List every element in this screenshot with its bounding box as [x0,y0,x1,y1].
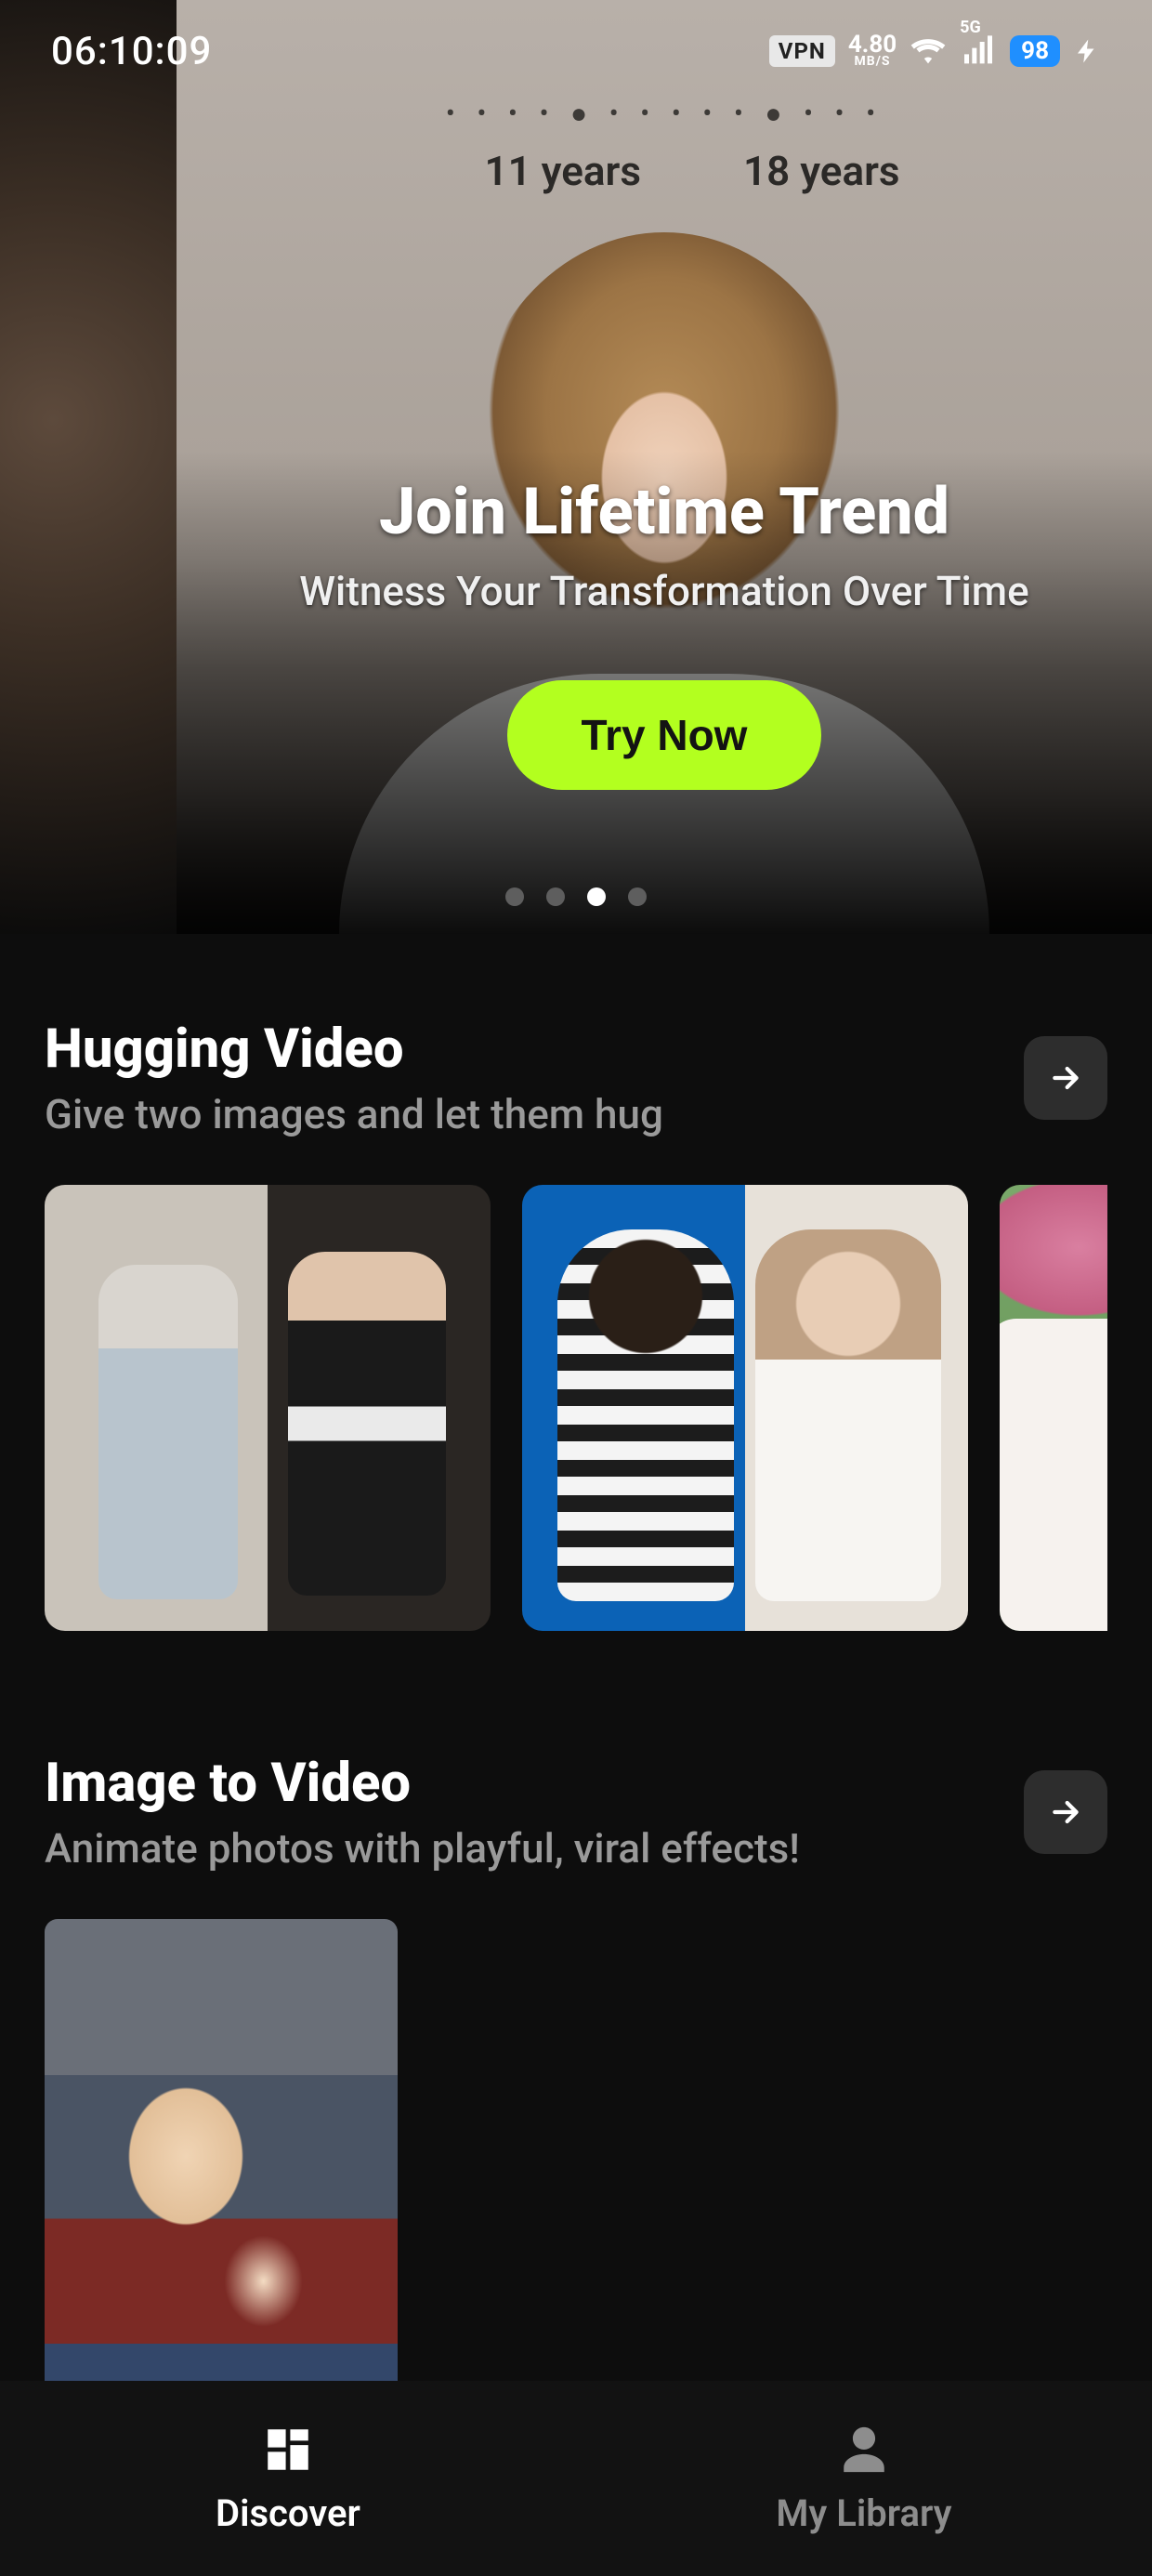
arrow-right-icon [1047,1059,1084,1097]
signal-icon: 5G [960,33,997,70]
section-header: Image to Video Animate photos with playf… [45,1752,1107,1873]
age-label-1: 11 years [484,147,641,195]
hero-title: Join Lifetime Trend [379,474,949,550]
hero-carousel[interactable]: • • • • ● • • • • • ● • • • 11 years 18 … [0,0,1152,934]
carousel-prev-peek[interactable] [0,0,177,934]
thumb-hug-3[interactable] [1000,1185,1107,1631]
see-more-button[interactable] [1024,1770,1107,1854]
section-header: Hugging Video Give two images and let th… [45,1018,1107,1138]
carousel-dot-4[interactable] [628,887,647,906]
section-hugging: Hugging Video Give two images and let th… [0,934,1152,1631]
age-scale-labels: 11 years 18 years [177,147,1152,195]
age-scale-dots: • • • • ● • • • • • ● • • • [177,98,1152,130]
section-titles: Image to Video Animate photos with playf… [45,1752,1024,1873]
hero-subtitle: Witness Your Transformation Over Time [299,567,1028,615]
age-label-2: 18 years [743,147,900,195]
person-icon [837,2423,891,2477]
carousel-dot-1[interactable] [505,887,524,906]
carousel-dot-3[interactable] [587,887,606,906]
battery-badge: 98 [1010,35,1060,67]
status-bar: 06:10:09 VPN 4.80 MB/S 5G 98 [0,0,1152,102]
section-title: Hugging Video [45,1018,1024,1081]
hero-content: Join Lifetime Trend Witness Your Transfo… [177,474,1152,790]
nav-library[interactable]: My Library [576,2381,1152,2576]
vpn-badge: VPN [769,35,835,67]
thumb-hug-1[interactable] [45,1185,491,1631]
thumb-hug-2[interactable] [522,1185,968,1631]
section-titles: Hugging Video Give two images and let th… [45,1018,1024,1138]
network-speed-value: 4.80 [848,34,897,56]
see-more-button[interactable] [1024,1036,1107,1120]
carousel-dot-2[interactable] [546,887,565,906]
thumb-row[interactable] [45,1185,1107,1631]
wifi-icon [910,33,947,70]
carousel-current-slide: • • • • ● • • • • • ● • • • 11 years 18 … [177,0,1152,934]
try-now-button[interactable]: Try Now [507,680,822,790]
nav-discover[interactable]: Discover [0,2381,576,2576]
section-subtitle: Give two images and let them hug [45,1090,1024,1138]
section-title: Image to Video [45,1752,1024,1815]
signal-label: 5G [960,18,981,37]
carousel-dots [0,887,1152,906]
status-time: 06:10:09 [51,29,212,74]
section-subtitle: Animate photos with playful, viral effec… [45,1824,1024,1873]
nav-label: My Library [776,2491,951,2535]
network-speed-unit: MB/S [855,56,891,68]
grid-icon [261,2423,315,2477]
network-speed: 4.80 MB/S [848,34,897,68]
status-right: VPN 4.80 MB/S 5G 98 [769,33,1101,70]
arrow-right-icon [1047,1794,1084,1831]
nav-label: Discover [216,2491,360,2535]
charging-icon [1073,37,1101,65]
bottom-nav: Discover My Library [0,2381,1152,2576]
